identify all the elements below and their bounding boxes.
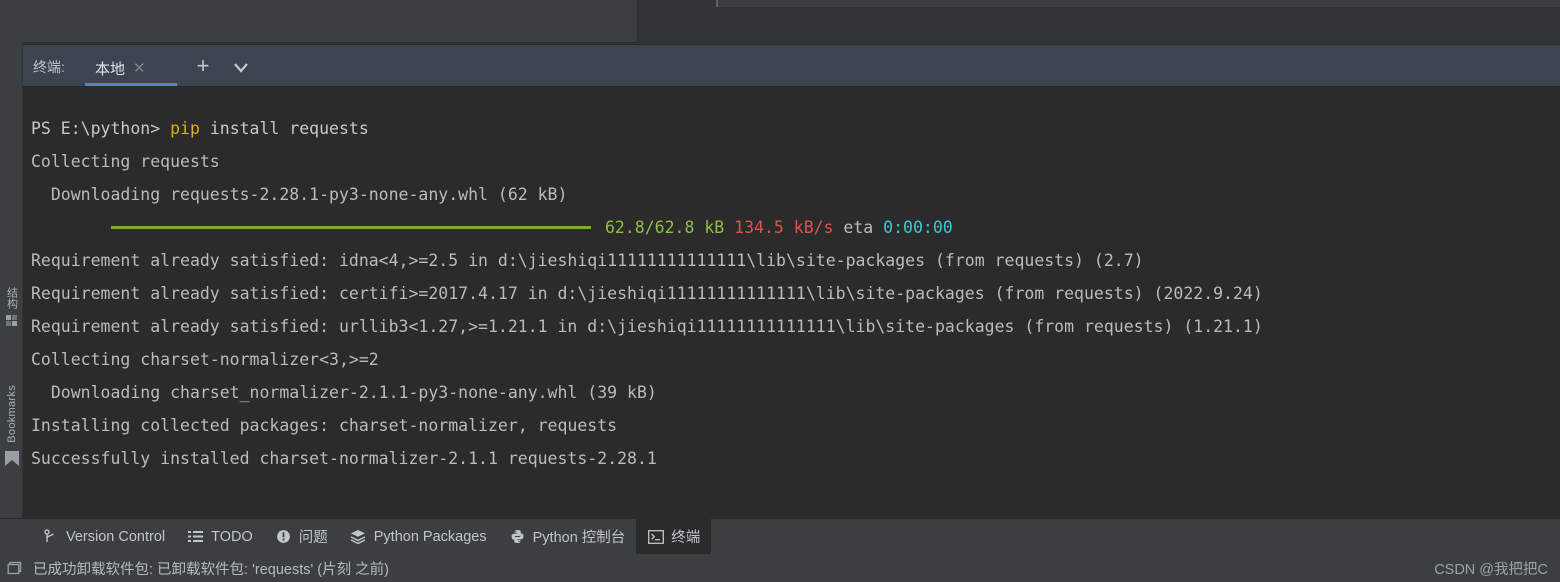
terminal-command-line: PS E:\python> pip install requests — [23, 112, 1560, 145]
structure-icon — [6, 315, 17, 326]
terminal-tab-bar: 终端: 本地 ✕ + — [23, 44, 1560, 86]
terminal-text-segment: Successfully installed charset-normalize… — [31, 449, 657, 468]
sidebar-item-bookmarks[interactable]: Bookmarks — [0, 385, 23, 466]
status-bar: 已成功卸载软件包: 已卸载软件包: 'requests' (片刻 之前) CSD… — [0, 554, 1560, 582]
terminal-output-line: Requirement already satisfied: urllib3<1… — [23, 310, 1560, 343]
status-message: 已成功卸载软件包: 已卸载软件包: 'requests' (片刻 之前) — [33, 561, 389, 578]
terminal-text-segment: PS E:\python> — [31, 119, 171, 138]
bookmarks-label: Bookmarks — [5, 385, 18, 443]
terminal-output-line: Requirement already satisfied: certifi>=… — [23, 277, 1560, 310]
terminal-text-segment: Collecting charset-normalizer<3,>=2 — [31, 350, 379, 369]
watermark: CSDN @我把把C — [1434, 562, 1548, 578]
plus-icon[interactable]: + — [191, 55, 215, 77]
terminal-output-line: Requirement already satisfied: idna<4,>=… — [23, 244, 1560, 277]
terminal-text-segment: eta — [833, 218, 884, 237]
tool-window-button-layers[interactable]: Python Packages — [339, 519, 498, 555]
editor-right-tabstrip — [638, 0, 1560, 7]
terminal-output-line: Collecting charset-normalizer<3,>=2 — [23, 343, 1560, 376]
chevron-down-icon[interactable] — [229, 59, 253, 77]
ide-window: 结构 Bookmarks 终端: 本地 ✕ + PS E:\python> pi… — [0, 0, 1560, 582]
editor-area-remnant — [0, 0, 1560, 44]
branch-icon — [42, 528, 59, 545]
bookmark-icon — [4, 450, 19, 466]
tool-window-button-branch[interactable]: Version Control — [31, 519, 176, 555]
left-tool-strip: 结构 Bookmarks — [0, 44, 23, 582]
terminal-output-line: Downloading charset_normalizer-2.1.1-py3… — [23, 376, 1560, 409]
editor-right-body[interactable] — [638, 7, 1560, 44]
terminal-output-line: Collecting requests — [23, 145, 1560, 178]
terminal-text-segment: 0:00:00 — [883, 218, 953, 237]
terminal-text-segment: install requests — [199, 119, 369, 138]
terminal-tab-label: 本地 — [95, 60, 126, 78]
tool-window-button-terminal[interactable]: 终端 — [636, 518, 712, 555]
terminal-output-line: Downloading requests-2.28.1-py3-none-any… — [23, 178, 1560, 211]
terminal-text-segment: pip — [170, 119, 200, 138]
terminal-progress-line: 62.8/62.8 kB 134.5 kB/s eta 0:00:00 — [23, 211, 1560, 244]
tool-window-button-label: Python 控制台 — [532, 530, 626, 546]
window-icon — [7, 559, 25, 577]
sidebar-item-structure[interactable]: 结构 — [0, 287, 23, 326]
editor-tab-separator — [716, 0, 718, 7]
tool-window-button-label: Python Packages — [373, 528, 487, 545]
tool-window-button-label: 问题 — [298, 530, 328, 546]
tool-window-bar-spacer — [0, 519, 31, 555]
list-icon — [187, 528, 204, 545]
tool-window-button-list[interactable]: TODO — [176, 519, 264, 555]
terminal-icon — [647, 528, 664, 545]
terminal-text-segment: Downloading requests-2.28.1-py3-none-any… — [31, 185, 568, 204]
tool-window-button-python[interactable]: Python 控制台 — [498, 519, 637, 555]
editor-right-tab[interactable] — [638, 0, 716, 7]
terminal-text-segment: Downloading charset_normalizer-2.1.1-py3… — [31, 383, 657, 402]
tool-window-button-warning[interactable]: 问题 — [264, 519, 339, 555]
terminal-text-segment: Installing collected packages: charset-n… — [31, 416, 618, 435]
terminal-text-segment: Requirement already satisfied: urllib3<1… — [31, 317, 1263, 336]
editor-left-gutter — [0, 0, 23, 44]
tool-window-bar: Version Control TODO 问题 Python Packages Pyth… — [0, 518, 1560, 555]
terminal-text-segment: 134.5 kB/s — [734, 218, 834, 237]
terminal-text-segment: 62.8/62.8 kB — [605, 218, 725, 237]
tool-window-button-label: TODO — [211, 528, 253, 545]
terminal-text-segment: Requirement already satisfied: idna<4,>=… — [31, 251, 1144, 270]
terminal-output-line: Installing collected packages: charset-n… — [23, 409, 1560, 442]
terminal-output[interactable]: PS E:\python> pip install requests Collec… — [23, 86, 1560, 518]
layers-icon — [350, 528, 367, 545]
warning-icon — [275, 528, 292, 545]
python-icon — [509, 528, 526, 545]
structure-label: 结构 — [5, 287, 18, 309]
terminal-text-segment: Requirement already satisfied: certifi>=… — [31, 284, 1263, 303]
editor-pane[interactable] — [23, 0, 638, 43]
tool-window-button-label: Version Control — [66, 528, 166, 545]
terminal-panel-label: 终端: — [33, 59, 65, 75]
terminal-text-segment: Collecting requests — [31, 152, 220, 171]
terminal-tab-local[interactable]: 本地 ✕ — [85, 49, 156, 87]
terminal-output-line: Successfully installed charset-normalize… — [23, 442, 1560, 475]
tool-window-button-label: 终端 — [671, 530, 701, 546]
download-progress-bar — [111, 226, 591, 229]
close-icon[interactable]: ✕ — [133, 61, 146, 76]
